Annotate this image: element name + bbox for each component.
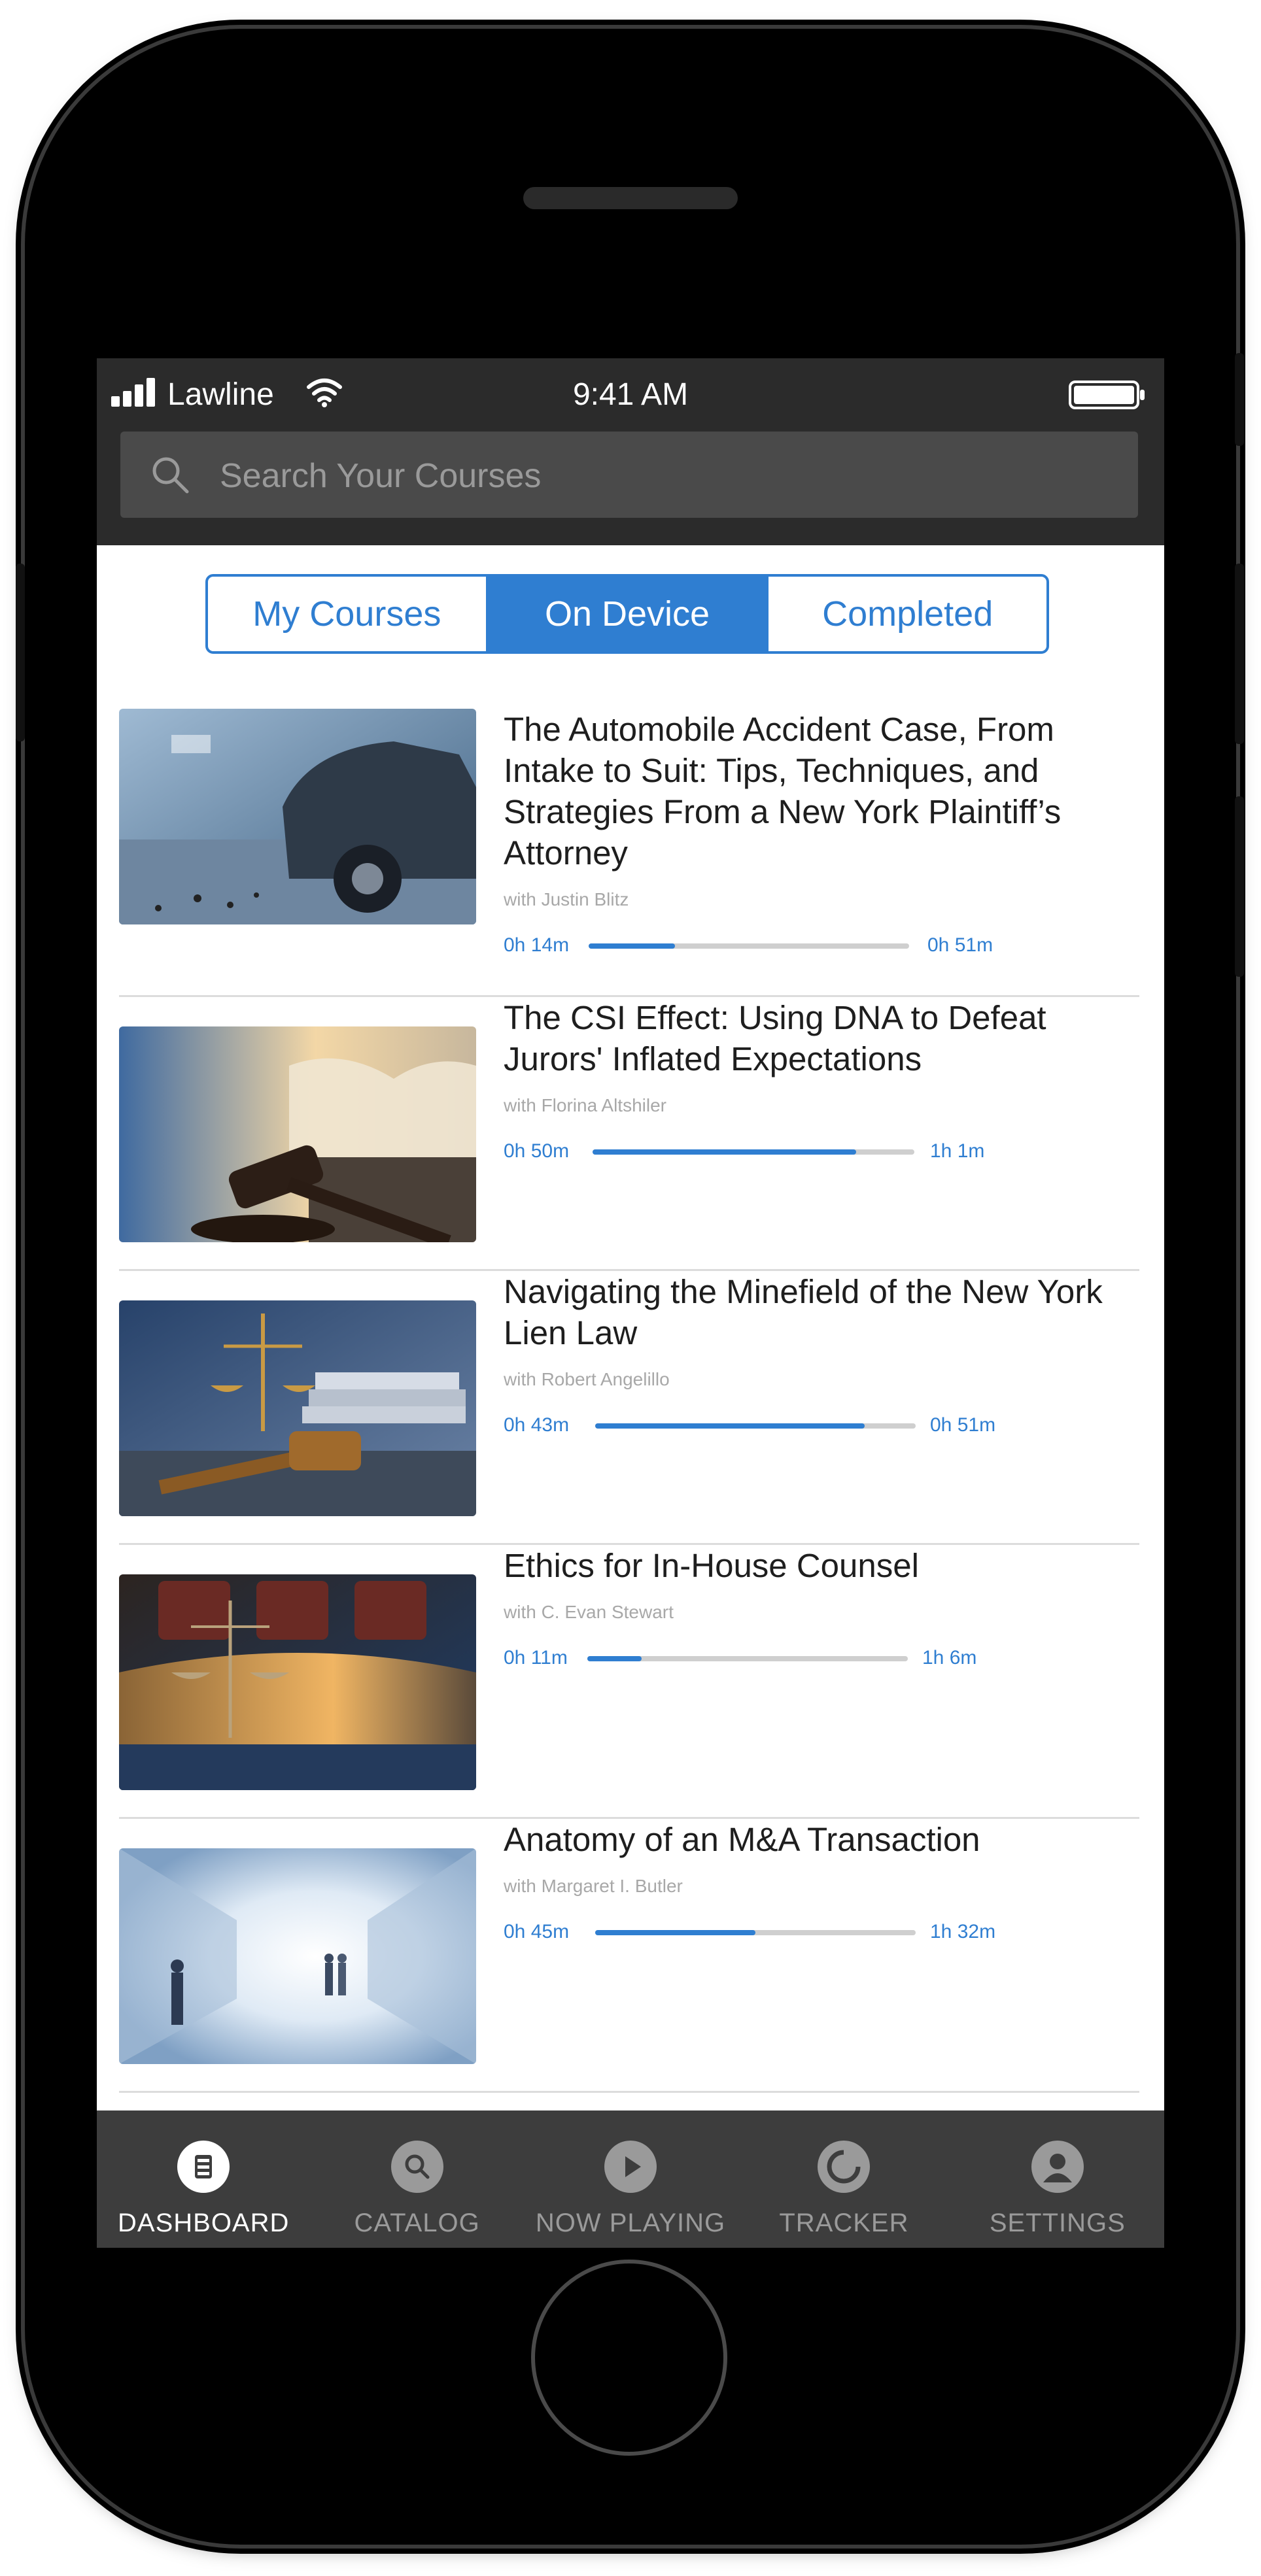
progress-fill <box>587 1656 642 1661</box>
course-title: The CSI Effect: Using DNA to Defeat Juro… <box>504 999 1046 1077</box>
tab-label: SETTINGS <box>989 2209 1126 2237</box>
tab-now-playing[interactable]: NOW PLAYING <box>524 2110 737 2248</box>
progress-total: 1h 6m <box>922 1647 977 1669</box>
status-bar: Lawline 9:41 AM <box>97 358 1164 430</box>
tab-label: NOW PLAYING <box>535 2209 726 2237</box>
dashboard-icon <box>177 2141 230 2193</box>
car-crash-image <box>119 709 476 924</box>
segment-on-device[interactable]: On Device <box>488 577 769 651</box>
progress-bar <box>595 1930 916 1935</box>
course-title: The Automobile Accident Case, From Intak… <box>504 711 1062 872</box>
progress-fill <box>593 1149 857 1155</box>
tab-label: CATALOG <box>354 2209 480 2237</box>
progress-elapsed: 0h 43m <box>504 1414 570 1436</box>
progress-elapsed: 0h 45m <box>504 1921 570 1942</box>
tab-label: TRACKER <box>779 2209 909 2237</box>
segment-my-courses[interactable]: My Courses <box>208 577 489 651</box>
progress-elapsed: 0h 50m <box>504 1140 570 1162</box>
course-info: The Automobile Accident Case, From Intak… <box>504 709 1125 958</box>
course-item[interactable]: The CSI Effect: Using DNA to Defeat Juro… <box>119 997 1139 1271</box>
course-info: Anatomy of an M&A Transaction with Marga… <box>504 1819 1125 1945</box>
progress-total: 1h 1m <box>930 1140 985 1162</box>
course-progress: 0h 45m 1h 32m <box>504 1919 1125 1945</box>
clock: 9:41 AM <box>572 377 689 412</box>
course-filter-segmented-control: My Courses On Device Completed <box>205 574 1049 654</box>
power-button <box>1235 353 1244 446</box>
tab-label: DASHBOARD <box>118 2209 290 2237</box>
gavel-book-image <box>119 1026 476 1242</box>
course-author: with Justin Blitz <box>504 889 629 909</box>
user-icon <box>1031 2141 1084 2193</box>
scales-courtroom-image <box>119 1574 476 1790</box>
course-info: Ethics for In-House Counsel with C. Evan… <box>504 1545 1125 1671</box>
progress-elapsed: 0h 11m <box>504 1647 568 1669</box>
course-info: The CSI Effect: Using DNA to Defeat Juro… <box>504 997 1125 1164</box>
tab-bar: DASHBOARD CATALOG NOW PLAYING TRACKER SE… <box>97 2110 1164 2248</box>
course-item[interactable]: Anatomy of an M&A Transaction with Marga… <box>119 1819 1139 2093</box>
silent-switch <box>16 564 25 741</box>
progress-fill <box>595 1930 755 1935</box>
volume-up-button <box>1235 564 1244 744</box>
play-icon <box>604 2141 657 2193</box>
progress-total: 0h 51m <box>927 934 993 956</box>
progress-bar <box>587 1656 908 1661</box>
app-screen: Lawline 9:41 AM Search Your Courses My C… <box>97 358 1164 2248</box>
course-author: with Robert Angelillo <box>504 1369 670 1389</box>
tab-settings[interactable]: SETTINGS <box>951 2110 1164 2248</box>
course-progress: 0h 43m 0h 51m <box>504 1412 1125 1438</box>
header: Lawline 9:41 AM Search Your Courses <box>97 358 1164 545</box>
segment-completed[interactable]: Completed <box>769 577 1046 651</box>
progress-total: 1h 32m <box>930 1921 996 1942</box>
volume-down-button <box>1235 796 1244 977</box>
progress-fill <box>595 1423 865 1429</box>
course-info: Navigating the Minefield of the New York… <box>504 1271 1125 1438</box>
tab-dashboard[interactable]: DASHBOARD <box>97 2110 310 2248</box>
scales-gavel-image <box>119 1300 476 1516</box>
battery-icon <box>1069 381 1145 409</box>
progress-total: 0h 51m <box>930 1414 996 1436</box>
catalog-search-icon <box>390 2141 443 2193</box>
course-author: with C. Evan Stewart <box>504 1602 674 1622</box>
home-button[interactable] <box>531 2260 727 2456</box>
course-title: Anatomy of an M&A Transaction <box>504 1821 980 1858</box>
course-author: with Margaret I. Butler <box>504 1876 683 1896</box>
search-icon <box>152 457 189 494</box>
tab-catalog[interactable]: CATALOG <box>310 2110 523 2248</box>
corridor-people-image <box>119 1848 476 2064</box>
course-progress: 0h 50m 1h 1m <box>504 1138 1125 1164</box>
earpiece-speaker <box>523 187 738 209</box>
search-placeholder: Search Your Courses <box>220 457 542 495</box>
course-title: Navigating the Minefield of the New York… <box>504 1273 1103 1351</box>
course-progress: 0h 11m 1h 6m <box>504 1645 1125 1671</box>
course-item[interactable]: Navigating the Minefield of the New York… <box>119 1271 1139 1545</box>
search-input[interactable]: Search Your Courses <box>120 432 1138 518</box>
course-item[interactable]: The Automobile Accident Case, From Intak… <box>119 709 1139 997</box>
progress-bar <box>589 943 909 949</box>
progress-fill <box>589 943 676 949</box>
course-item[interactable]: Ethics for In-House Counsel with C. Evan… <box>119 1545 1139 1819</box>
progress-bar <box>593 1149 914 1155</box>
progress-elapsed: 0h 14m <box>504 934 570 956</box>
tracker-icon <box>818 2141 871 2193</box>
course-progress: 0h 14m 0h 51m <box>504 932 1125 958</box>
course-author: with Florina Altshiler <box>504 1095 666 1115</box>
progress-bar <box>595 1423 916 1429</box>
course-list: The Automobile Accident Case, From Intak… <box>119 709 1139 2093</box>
tab-tracker[interactable]: TRACKER <box>737 2110 950 2248</box>
course-title: Ethics for In-House Counsel <box>504 1547 919 1584</box>
